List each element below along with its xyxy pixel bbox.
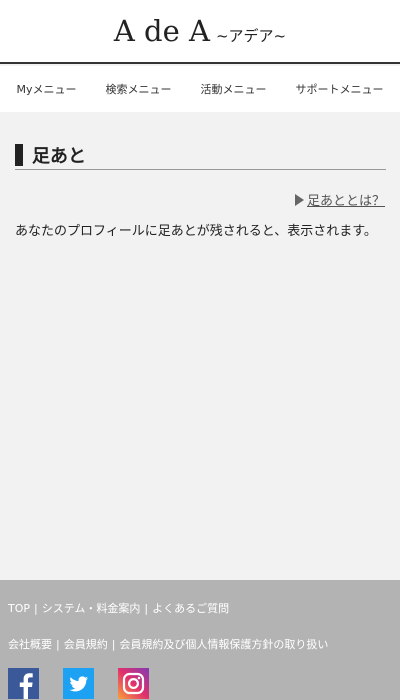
site-logo[interactable]: A de A ~アデア~ xyxy=(114,14,286,48)
site-footer: TOP | システム・料金案内 | よくあるご質問 会社概要 | 会員規約 | 会員規約及び個人… xyxy=(0,580,400,700)
instagram-icon[interactable] xyxy=(118,668,149,699)
social-links xyxy=(8,668,149,699)
nav-item-activity-menu[interactable]: 活動メニュー xyxy=(198,75,268,103)
footprint-description: あなたのプロフィールに足あとが残されると、表示されます。 xyxy=(15,224,377,239)
title-bar-decoration xyxy=(15,143,23,166)
footer-link-system-pricing[interactable]: システム・料金案内 xyxy=(42,602,141,615)
footer-separator: | xyxy=(34,602,38,615)
nav-item-search-menu[interactable]: 検索メニュー xyxy=(103,75,173,103)
footer-links-row-2: 会社概要 | 会員規約 | 会員規約及び個人情報保護方針の取り扱い xyxy=(8,636,328,652)
twitter-icon[interactable] xyxy=(63,668,94,699)
what-is-footprint-link[interactable]: 足あととは？ xyxy=(294,190,385,209)
footer-links-row-1: TOP | システム・料金案内 | よくあるご質問 xyxy=(8,600,229,616)
footer-link-top[interactable]: TOP xyxy=(8,602,30,615)
footer-separator: | xyxy=(56,638,60,651)
footer-link-company[interactable]: 会社概要 xyxy=(8,638,52,651)
footer-link-terms[interactable]: 会員規約 xyxy=(64,638,108,651)
help-link-text[interactable]: 足あととは？ xyxy=(307,190,385,209)
logo-main-text: A de A xyxy=(113,14,210,48)
nav-item-support-menu[interactable]: サポートメニュー xyxy=(293,75,385,103)
facebook-icon[interactable] xyxy=(8,668,39,699)
play-arrow-icon xyxy=(294,193,304,206)
footer-separator: | xyxy=(144,602,149,615)
main-content: 足あと 足あととは？ あなたのプロフィールに足あとが残されると、表示されます。 xyxy=(0,112,400,580)
site-header: A de A ~アデア~ xyxy=(0,0,400,64)
nav-item-my-menu[interactable]: Myメニュー xyxy=(14,75,78,103)
logo-sub-text: ~アデア~ xyxy=(215,27,287,45)
footer-separator: | xyxy=(111,638,116,651)
main-nav: Myメニュー 検索メニュー 活動メニュー サポートメニュー xyxy=(0,66,400,112)
page-title: 足あと xyxy=(15,142,386,170)
footer-link-faq[interactable]: よくあるご質問 xyxy=(152,602,229,615)
page-title-text: 足あと xyxy=(32,145,86,167)
footer-link-privacy[interactable]: 会員規約及び個人情報保護方針の取り扱い xyxy=(119,638,328,651)
